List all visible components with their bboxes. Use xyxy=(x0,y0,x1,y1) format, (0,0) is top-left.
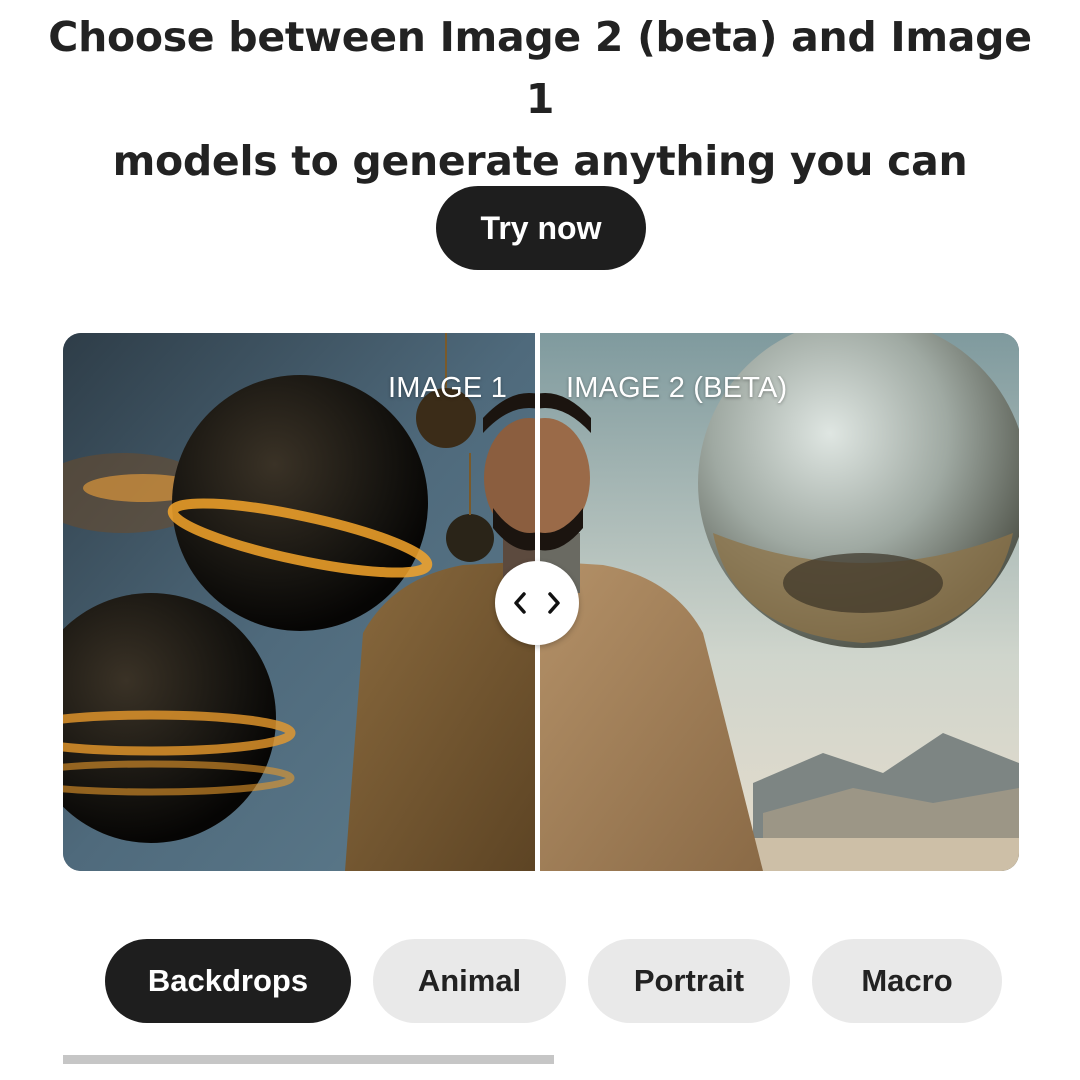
try-now-button[interactable]: Try now xyxy=(436,186,646,270)
image-1-label: IMAGE 1 xyxy=(388,372,508,404)
tab-animal[interactable]: Animal xyxy=(373,939,566,1023)
page: Choose between Image 2 (beta) and Image … xyxy=(0,0,1080,1080)
chevron-left-right-icon xyxy=(514,592,560,614)
tab-macro[interactable]: Macro xyxy=(812,939,1002,1023)
headline-line-1: Choose between Image 2 (beta) and Image … xyxy=(48,13,1032,123)
image-2-beta-label: IMAGE 2 (BETA) xyxy=(566,372,788,404)
comparison-slider-handle[interactable] xyxy=(495,561,579,645)
tab-backdrops[interactable]: Backdrops xyxy=(105,939,351,1023)
horizontal-scrollbar[interactable] xyxy=(63,1055,554,1064)
category-tabs: Backdrops Animal Portrait Macro xyxy=(105,939,1002,1023)
tab-portrait[interactable]: Portrait xyxy=(588,939,790,1023)
